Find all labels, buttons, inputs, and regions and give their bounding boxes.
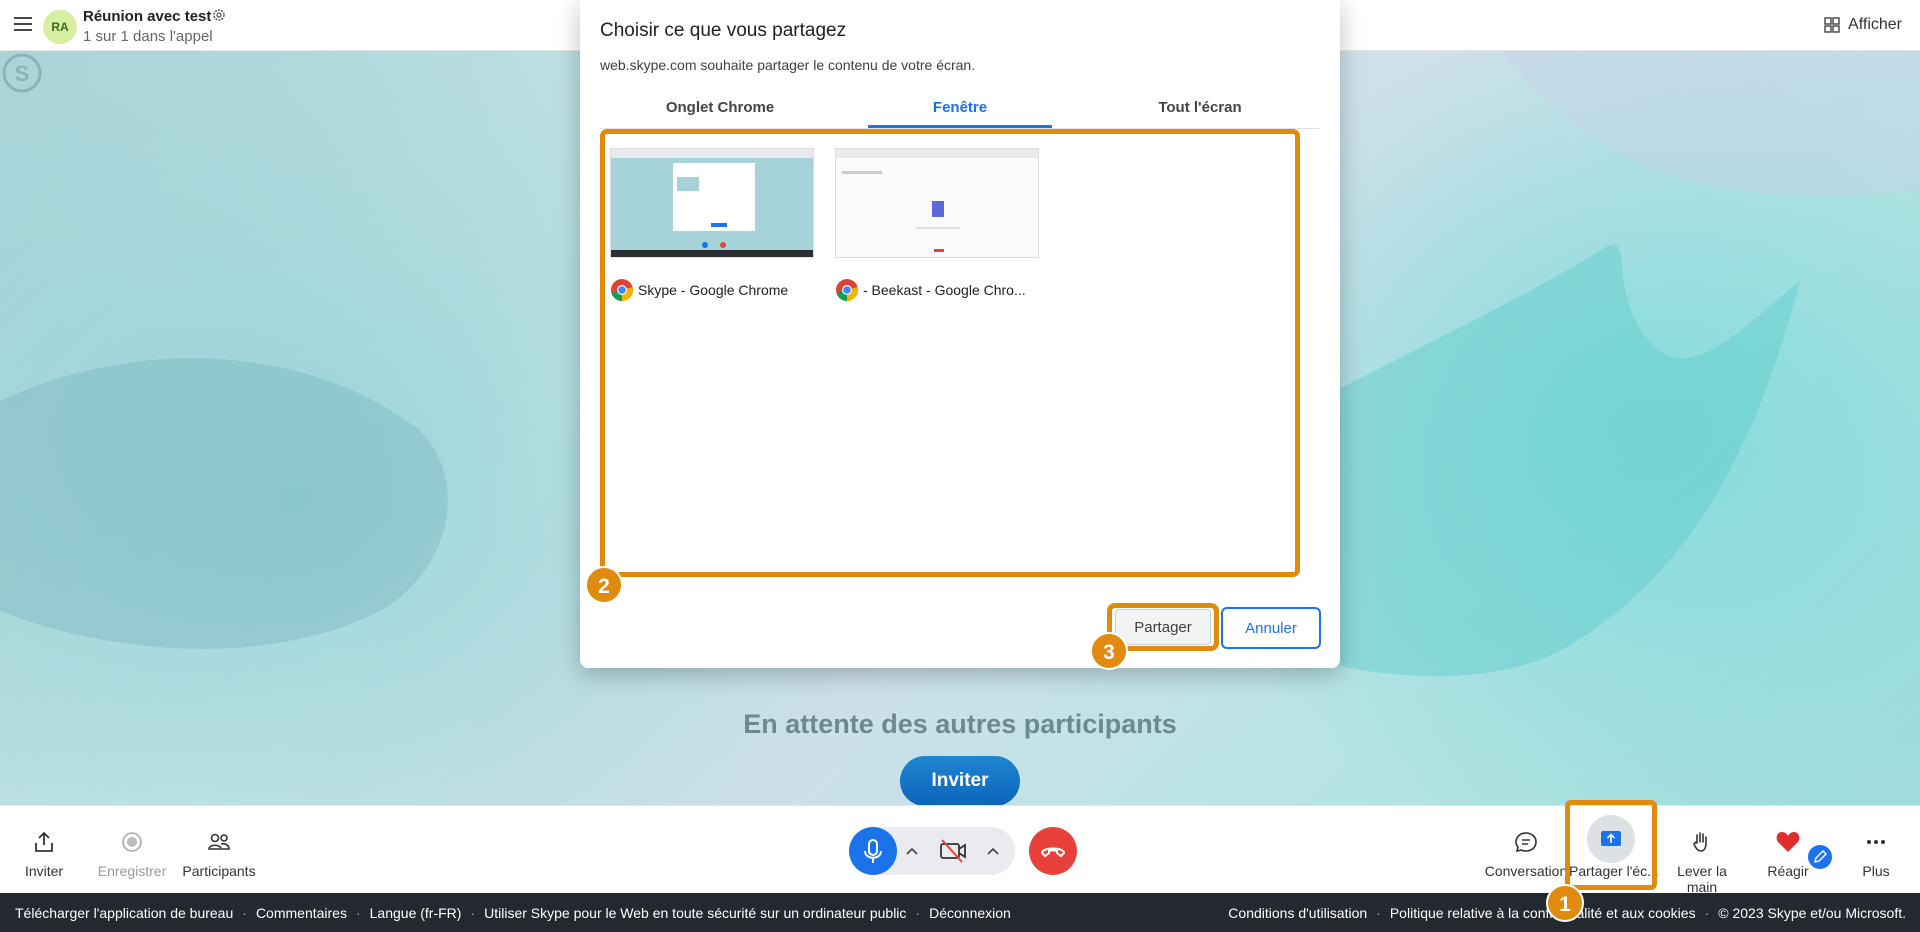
more-label: Plus: [1862, 863, 1890, 879]
chrome-icon: [836, 279, 858, 301]
chrome-icon: [611, 279, 633, 301]
menu-icon[interactable]: [14, 17, 32, 33]
dialog-subtitle: web.skype.com souhaite partager le conte…: [600, 57, 976, 73]
window-thumbnail: [835, 148, 1039, 258]
people-icon: [208, 833, 230, 850]
camera-off-icon[interactable]: [938, 838, 968, 864]
gear-icon[interactable]: [212, 8, 226, 22]
record-icon: [122, 832, 142, 852]
window-list: Skype - Google Chrome - Beekast - Google…: [600, 129, 1300, 577]
footer: Télécharger l'application de bureau · Com…: [0, 893, 1920, 932]
invite-label: Inviter: [24, 863, 64, 879]
waiting-text: En attente des autres participants: [743, 709, 1177, 739]
participants-button[interactable]: Participants: [182, 806, 256, 894]
more-button[interactable]: Plus: [1856, 806, 1896, 894]
share-tabs: Onglet Chrome Fenêtre Tout l'écran: [600, 92, 1320, 128]
view-button-label: Afficher: [1848, 16, 1902, 33]
conversation-button[interactable]: Conversation: [1484, 806, 1568, 894]
record-label: Enregistrer: [97, 863, 167, 879]
window-label: Skype - Google Chrome: [638, 282, 789, 298]
window-item-skype[interactable]: Skype - Google Chrome: [610, 148, 816, 302]
skype-logo-icon: S: [2, 53, 42, 93]
pencil-icon: [1813, 849, 1828, 864]
raise-hand-label: Lever la main: [1677, 863, 1727, 895]
copyright-text: © 2023 Skype et/ou Microsoft.: [1718, 905, 1906, 921]
invite-button[interactable]: Inviter: [14, 806, 74, 894]
footer-link-download[interactable]: Télécharger l'application de bureau: [15, 905, 233, 921]
tab-window[interactable]: Fenêtre: [840, 92, 1080, 128]
chat-icon: [1515, 832, 1537, 853]
share-button[interactable]: Partager: [1115, 609, 1211, 645]
window-label: - Beekast - Google Chro...: [863, 282, 1026, 298]
hang-up-icon: [1040, 847, 1066, 858]
edit-reaction-button[interactable]: [1806, 843, 1834, 871]
footer-link-language[interactable]: Langue (fr-FR): [370, 905, 462, 921]
invite-participants-button[interactable]: Inviter: [900, 756, 1020, 805]
share-out-icon: [35, 831, 53, 852]
participant-count: 1 sur 1 dans l'appel: [83, 28, 213, 45]
conversation-label: Conversation: [1484, 863, 1568, 879]
footer-link-logout[interactable]: Déconnexion: [929, 905, 1011, 921]
grid-icon: [1824, 17, 1840, 33]
more-icon: [1867, 840, 1885, 844]
step-marker-1: 1: [1546, 884, 1584, 922]
raise-hand-button[interactable]: Lever la main: [1660, 806, 1744, 895]
heart-icon: [1776, 832, 1800, 852]
tab-chrome-tab[interactable]: Onglet Chrome: [600, 92, 840, 128]
step-marker-3: 3: [1090, 632, 1128, 670]
microphone-button[interactable]: [849, 827, 897, 875]
privacy-text-end: alité et aux cookies: [1576, 905, 1696, 921]
step-marker-2: 2: [585, 566, 623, 604]
cancel-button[interactable]: Annuler: [1221, 607, 1321, 649]
privacy-text-start: Politique relative à la confi: [1389, 905, 1553, 921]
svg-text:S: S: [15, 61, 30, 86]
end-call-button[interactable]: [1029, 827, 1077, 875]
footer-link-privacy[interactable]: Politique relative à la confi alité et au…: [1390, 905, 1696, 921]
share-screen-highlight: [1565, 800, 1657, 890]
meeting-title: Réunion avec test: [83, 8, 212, 25]
participants-label: Participants: [182, 863, 256, 879]
share-screen-dialog: Choisir ce que vous partagez web.skype.c…: [580, 0, 1340, 668]
view-button[interactable]: Afficher: [1824, 16, 1902, 34]
tab-entire-screen[interactable]: Tout l'écran: [1080, 92, 1320, 128]
window-item-beekast[interactable]: - Beekast - Google Chro...: [835, 148, 1041, 302]
footer-link-feedback[interactable]: Commentaires: [256, 905, 347, 921]
hand-icon: [1693, 832, 1707, 852]
chevron-up-icon[interactable]: [905, 844, 919, 858]
dialog-title: Choisir ce que vous partagez: [600, 20, 847, 41]
record-button[interactable]: Enregistrer: [94, 806, 170, 894]
react-label: Réagir: [1767, 863, 1809, 879]
avatar[interactable]: RA: [43, 10, 77, 44]
microphone-icon: [864, 839, 882, 863]
footer-link-terms[interactable]: Conditions d'utilisation: [1228, 905, 1367, 921]
footer-link-safety[interactable]: Utiliser Skype pour le Web en toute sécu…: [484, 905, 906, 921]
window-thumbnail: [610, 148, 814, 258]
chevron-up-icon[interactable]: [986, 844, 1000, 858]
